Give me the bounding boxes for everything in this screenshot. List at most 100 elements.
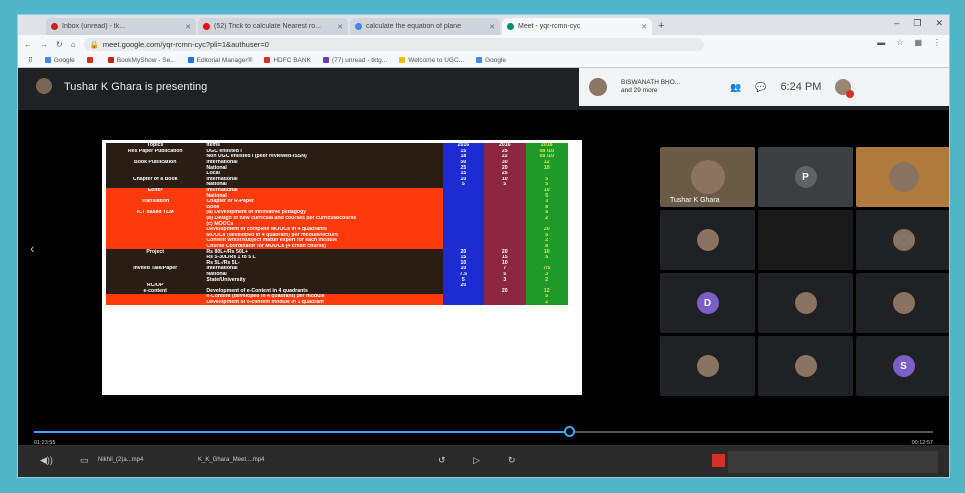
tab-close-icon[interactable]: ✕ xyxy=(337,23,343,31)
bookmark-item[interactable]: (77) unread - tktg... xyxy=(322,56,388,64)
seek-handle[interactable] xyxy=(564,426,575,437)
bookmark-item[interactable]: HDFC BANK xyxy=(264,57,311,64)
notification-badge xyxy=(846,90,855,98)
participant-tile[interactable] xyxy=(660,336,755,396)
bookmark-item[interactable]: BookMyShow - Se... xyxy=(107,56,176,64)
star-icon[interactable]: ☆ xyxy=(896,38,903,47)
participant-tile[interactable] xyxy=(758,273,853,333)
volume-icon[interactable]: ◀)) xyxy=(40,455,53,466)
bookmark-icon xyxy=(476,57,483,63)
participant-tile[interactable] xyxy=(856,147,949,207)
control-panel xyxy=(728,451,938,473)
reload-icon[interactable]: ↻ xyxy=(56,40,63,49)
maximize-icon[interactable]: ❐ xyxy=(913,18,921,29)
bookmark-icon xyxy=(187,57,194,63)
participant-photo xyxy=(794,292,817,314)
camera-icon[interactable]: ▬ xyxy=(877,38,885,47)
playlist-item-label[interactable]: Nikhil_(2)a...mp4 xyxy=(98,457,143,463)
slide-cell: Development of e-content module in 1 qua… xyxy=(204,299,443,306)
participant-photo xyxy=(892,229,915,251)
url-field[interactable]: 🔒 meet.google.com/yqr-rcmn-cyc?pli=1&aut… xyxy=(83,37,704,51)
url-text: meet.google.com/yqr-rcmn-cyc?pli=1&authu… xyxy=(102,39,269,49)
tab-label: calculate the equation of plane xyxy=(366,23,461,30)
bookmark-item[interactable]: Editorial Manager® xyxy=(187,57,252,64)
home-icon[interactable]: ⌂ xyxy=(71,40,76,49)
tab-close-icon[interactable]: ✕ xyxy=(489,23,495,31)
window-controls: – ❐ ✕ xyxy=(894,18,943,29)
participants-summary[interactable]: BISWANATH BHO... and 29 more xyxy=(621,79,716,95)
tab-label: Inbox (unread) - tk... xyxy=(62,23,126,30)
bookmark-label: Google xyxy=(485,56,507,64)
participant-tile[interactable] xyxy=(660,210,755,270)
extensions-icon[interactable]: ▦ xyxy=(914,38,922,47)
presenter-avatar xyxy=(36,78,52,94)
address-bar: ← → ↻ ⌂ 🔒 meet.google.com/yqr-rcmn-cyc?p… xyxy=(18,35,949,53)
chat-icon[interactable]: 💬 xyxy=(755,82,766,93)
bookmark-label: Welcome to UGC... xyxy=(408,56,465,64)
tab-favicon-icon xyxy=(203,23,210,30)
tab-label: (52) Trick to calculate Nearest ro... xyxy=(214,23,321,30)
tab-close-icon[interactable]: ✕ xyxy=(185,23,191,31)
slide-table: Topics Items 2016 2016 2018 Res Paper Publica… xyxy=(106,143,568,306)
bookmark-icon xyxy=(44,57,51,63)
bookmark-label: (77) unread - tktg... xyxy=(331,56,388,64)
participant-tile[interactable] xyxy=(758,336,853,396)
record-icon[interactable] xyxy=(712,454,725,467)
meeting-time: 6:24 PM xyxy=(780,81,822,93)
playlist-item-label[interactable]: K_K_Ghara_Meet....mp4 xyxy=(198,457,264,463)
participant-photo xyxy=(696,229,719,251)
browser-tab[interactable]: (52) Trick to calculate Nearest ro... ✕ xyxy=(198,18,348,35)
browser-tab[interactable]: calculate the equation of plane ✕ xyxy=(350,18,500,35)
participant-tile[interactable] xyxy=(758,210,853,270)
rewind-icon[interactable]: ↺ xyxy=(438,455,446,466)
tile-name-label: Tushar K Ghara xyxy=(670,197,720,204)
browser-tab[interactable]: Meet - yqr-rcmn-cyc ✕ xyxy=(502,18,652,35)
people-icon[interactable]: 👥 xyxy=(730,82,741,93)
tab-favicon-icon xyxy=(507,23,514,30)
participant-tile[interactable]: D xyxy=(660,273,755,333)
participant-video xyxy=(888,162,919,192)
slide-row: Development of e-content module in 1 qua… xyxy=(106,299,568,306)
bookmark-item[interactable]: Google xyxy=(476,57,506,64)
meet-info-bar: BISWANATH BHO... and 29 more 👥 💬 6:24 PM xyxy=(579,68,949,106)
forward-icon[interactable]: → xyxy=(40,40,48,49)
forward-icon[interactable]: ↻ xyxy=(508,455,516,466)
bookmark-item[interactable]: Google xyxy=(44,56,75,64)
video-seek-bar[interactable]: 01:23:55 00:12:57 xyxy=(18,425,949,446)
close-window-icon[interactable]: ✕ xyxy=(935,18,943,29)
tab-favicon-icon xyxy=(355,23,362,30)
participant-photo xyxy=(696,355,719,377)
back-icon[interactable]: ← xyxy=(24,40,32,49)
slide-cell xyxy=(442,299,485,306)
slide-cell xyxy=(484,299,526,306)
slide-cell xyxy=(106,299,205,306)
participant-tile[interactable]: S xyxy=(856,336,949,396)
play-icon[interactable]: ▷ xyxy=(473,455,480,466)
participant-tile-self[interactable]: Tushar K Ghara xyxy=(660,147,755,207)
participant-tile[interactable]: P xyxy=(758,147,853,207)
browser-tab[interactable]: Inbox (unread) - tk... ✕ xyxy=(46,18,196,35)
menu-icon[interactable]: ⋮ xyxy=(933,38,941,47)
self-avatar[interactable] xyxy=(835,79,855,98)
participant-tile[interactable] xyxy=(856,273,949,333)
bookmark-icon xyxy=(322,57,329,63)
bookmark-item[interactable]: Welcome to UGC... xyxy=(399,57,464,64)
screen-frame: Inbox (unread) - tk... ✕ (52) Trick to cal… xyxy=(17,14,950,478)
bookmark-icon xyxy=(264,57,271,63)
participant-tile[interactable] xyxy=(856,210,949,270)
participant-avatar xyxy=(589,78,607,96)
slide-cell: 2 xyxy=(525,299,568,306)
bookmark-item[interactable] xyxy=(86,57,96,63)
minimize-icon[interactable]: – xyxy=(894,18,899,29)
subtitle-icon[interactable]: ▭ xyxy=(80,455,89,466)
tab-close-icon[interactable]: ✕ xyxy=(641,23,647,31)
participant-video xyxy=(690,160,725,194)
participants-name: BISWANATH BHO... xyxy=(621,79,681,86)
bookmark-label: BookMyShow - Se... xyxy=(116,56,176,64)
player-controls: ◀)) ▭ Nikhil_(2)a...mp4 K_K_Ghara_Meet..… xyxy=(18,445,949,477)
chevron-left-icon[interactable]: ‹ xyxy=(30,240,35,256)
apps-icon[interactable]: ⠿ xyxy=(28,56,33,64)
bookmark-label: Google xyxy=(53,56,75,64)
new-tab-icon[interactable]: + xyxy=(658,18,664,35)
tab-favicon-icon xyxy=(51,23,58,30)
